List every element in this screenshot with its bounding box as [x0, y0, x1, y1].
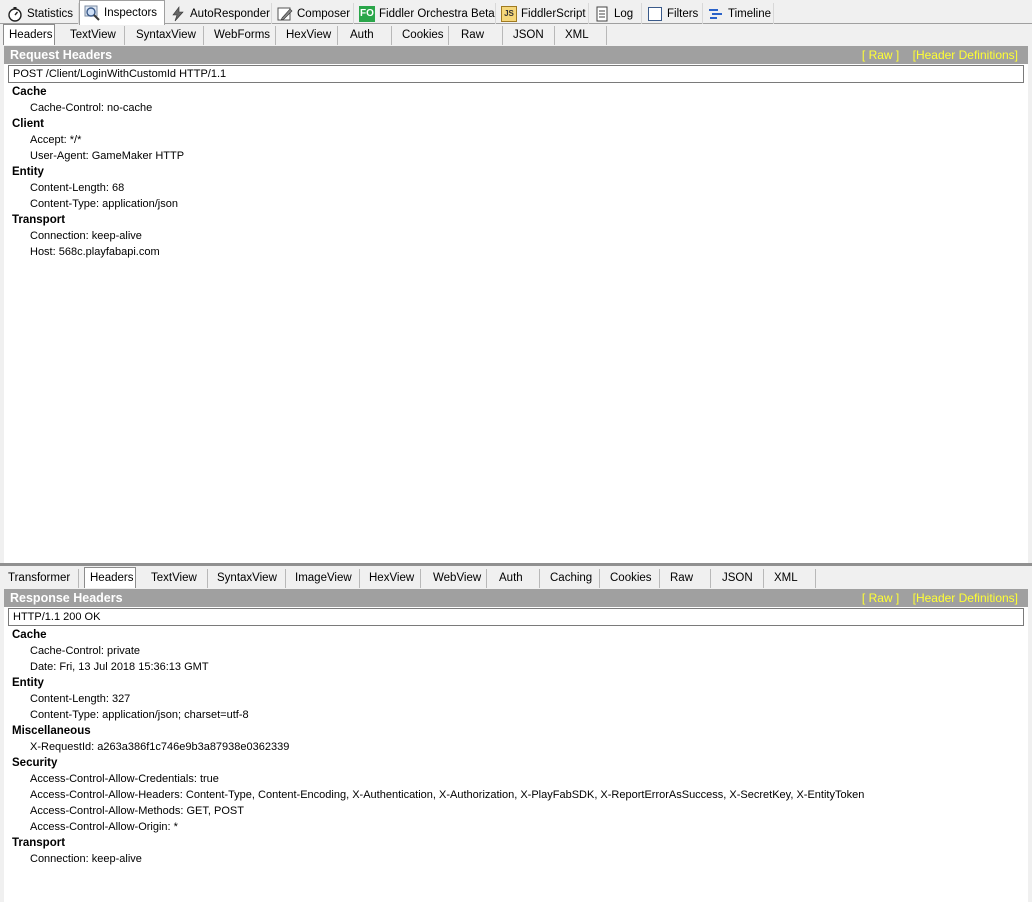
lightning-icon	[170, 5, 186, 22]
request-title-text: Request Headers	[10, 48, 113, 62]
response-header-entry[interactable]: Content-Length: 327	[12, 691, 1028, 707]
tab-label: Statistics	[27, 7, 74, 20]
tab-inspectors[interactable]: Inspectors	[79, 0, 165, 25]
response-header-entry[interactable]: X-RequestId: a263a386f1c746e9b3a87938e03…	[12, 739, 1028, 755]
request-headers-title: Request Headers [ Raw ] [Header Definiti…	[4, 46, 1028, 64]
tab-label: Composer	[297, 7, 351, 20]
response-tab-headers[interactable]: Headers	[84, 567, 136, 588]
request-header-tree: Cache Cache-Control: no-cache Client Acc…	[4, 83, 1028, 260]
request-title-links: [ Raw ] [Header Definitions]	[852, 46, 1018, 64]
response-group-miscellaneous[interactable]: Miscellaneous	[12, 723, 1028, 739]
response-tab-webview[interactable]: WebView	[428, 569, 487, 588]
response-tab-imageview[interactable]: ImageView	[290, 569, 360, 588]
response-header-entry[interactable]: Access-Control-Allow-Credentials: true	[12, 771, 1028, 787]
fo-icon: FO	[359, 5, 375, 22]
response-tab-syntaxview[interactable]: SyntaxView	[212, 569, 286, 588]
response-group-transport[interactable]: Transport	[12, 835, 1028, 851]
request-group-entity[interactable]: Entity	[12, 164, 1028, 180]
response-header-entry[interactable]: Connection: keep-alive	[12, 851, 1028, 867]
tab-label: Filters	[667, 7, 699, 20]
tab-label: Inspectors	[104, 7, 158, 19]
request-inspector-tabs: Headers TextView SyntaxView WebForms Hex…	[0, 24, 1032, 45]
response-header-entry[interactable]: Access-Control-Allow-Methods: GET, POST	[12, 803, 1028, 819]
response-tab-caching[interactable]: Caching	[545, 569, 600, 588]
request-header-entry[interactable]: Accept: */*	[12, 132, 1028, 148]
response-group-cache[interactable]: Cache	[12, 627, 1028, 643]
response-headers-pane: Response Headers [ Raw ] [Header Definit…	[4, 589, 1028, 902]
tab-statistics[interactable]: Statistics	[3, 3, 79, 24]
response-headers-title: Response Headers [ Raw ] [Header Definit…	[4, 589, 1028, 607]
response-tab-json[interactable]: JSON	[717, 569, 764, 588]
response-tab-raw[interactable]: Raw	[665, 569, 711, 588]
response-tab-transformer[interactable]: Transformer	[3, 569, 79, 588]
tab-fiddler-orchestra[interactable]: FO Fiddler Orchestra Beta	[355, 3, 496, 24]
checkbox-icon	[647, 6, 663, 22]
request-group-transport[interactable]: Transport	[12, 212, 1028, 228]
log-icon	[594, 6, 610, 22]
request-line[interactable]: POST /Client/LoginWithCustomId HTTP/1.1	[8, 65, 1024, 83]
response-tab-auth[interactable]: Auth	[494, 569, 540, 588]
request-group-client[interactable]: Client	[12, 116, 1028, 132]
request-header-entry[interactable]: Content-Length: 68	[12, 180, 1028, 196]
request-tab-json[interactable]: JSON	[508, 26, 555, 45]
request-tab-headers[interactable]: Headers	[3, 24, 55, 45]
tab-log[interactable]: Log	[590, 3, 642, 24]
tab-label: AutoResponder	[190, 7, 270, 20]
request-tab-xml[interactable]: XML	[560, 26, 607, 45]
tab-filters[interactable]: Filters	[643, 3, 703, 24]
magnifier-icon	[84, 5, 100, 21]
request-header-entry[interactable]: Content-Type: application/json	[12, 196, 1028, 212]
request-header-entry[interactable]: Host: 568c.playfabapi.com	[12, 244, 1028, 260]
tab-composer[interactable]: Composer	[273, 3, 354, 24]
pencil-icon	[277, 6, 293, 22]
request-tab-raw[interactable]: Raw	[456, 26, 503, 45]
tab-label: Timeline	[728, 7, 772, 20]
timeline-icon	[708, 6, 724, 22]
response-status-line[interactable]: HTTP/1.1 200 OK	[8, 608, 1024, 626]
request-tab-auth[interactable]: Auth	[345, 26, 392, 45]
response-header-entry[interactable]: Date: Fri, 13 Jul 2018 15:36:13 GMT	[12, 659, 1028, 675]
response-header-entry[interactable]: Access-Control-Allow-Headers: Content-Ty…	[12, 787, 1028, 803]
response-inspector-tabs: Transformer Headers TextView SyntaxView …	[0, 567, 1032, 588]
request-tab-hexview[interactable]: HexView	[281, 26, 338, 45]
request-tab-cookies[interactable]: Cookies	[397, 26, 449, 45]
request-tab-syntaxview[interactable]: SyntaxView	[131, 26, 204, 45]
response-tab-xml[interactable]: XML	[769, 569, 816, 588]
stopwatch-icon	[7, 6, 23, 22]
response-title-text: Response Headers	[10, 591, 123, 605]
tab-label: FiddlerScript	[521, 7, 586, 20]
request-group-cache[interactable]: Cache	[12, 84, 1028, 100]
response-title-links: [ Raw ] [Header Definitions]	[852, 589, 1018, 607]
response-header-definitions-link[interactable]: [Header Definitions]	[913, 591, 1018, 605]
tab-autoresponder[interactable]: AutoResponder	[166, 3, 272, 24]
script-icon: JS	[501, 5, 517, 22]
response-tab-cookies[interactable]: Cookies	[605, 569, 660, 588]
tab-fiddlerscript[interactable]: JS FiddlerScript	[497, 3, 589, 24]
response-raw-link[interactable]: [ Raw ]	[862, 591, 899, 605]
request-header-definitions-link[interactable]: [Header Definitions]	[913, 48, 1018, 62]
response-header-entry[interactable]: Content-Type: application/json; charset=…	[12, 707, 1028, 723]
request-raw-link[interactable]: [ Raw ]	[862, 48, 899, 62]
response-header-tree: Cache Cache-Control: private Date: Fri, …	[4, 626, 1028, 867]
response-tab-hexview[interactable]: HexView	[364, 569, 421, 588]
response-header-entry[interactable]: Cache-Control: private	[12, 643, 1028, 659]
response-group-security[interactable]: Security	[12, 755, 1028, 771]
top-tab-strip: Statistics Inspectors AutoResponder Comp…	[0, 0, 1032, 25]
request-header-entry[interactable]: Connection: keep-alive	[12, 228, 1028, 244]
request-header-entry[interactable]: User-Agent: GameMaker HTTP	[12, 148, 1028, 164]
request-header-entry[interactable]: Cache-Control: no-cache	[12, 100, 1028, 116]
response-group-entity[interactable]: Entity	[12, 675, 1028, 691]
tab-timeline[interactable]: Timeline	[704, 3, 774, 24]
request-tab-textview[interactable]: TextView	[65, 26, 125, 45]
request-tab-webforms[interactable]: WebForms	[209, 26, 276, 45]
response-header-entry[interactable]: Access-Control-Allow-Origin: *	[12, 819, 1028, 835]
tab-label: Fiddler Orchestra Beta	[379, 7, 495, 20]
tab-label: Log	[614, 7, 634, 20]
response-tab-textview[interactable]: TextView	[146, 569, 208, 588]
request-headers-pane: Request Headers [ Raw ] [Header Definiti…	[4, 46, 1028, 563]
pane-splitter[interactable]	[0, 563, 1032, 566]
